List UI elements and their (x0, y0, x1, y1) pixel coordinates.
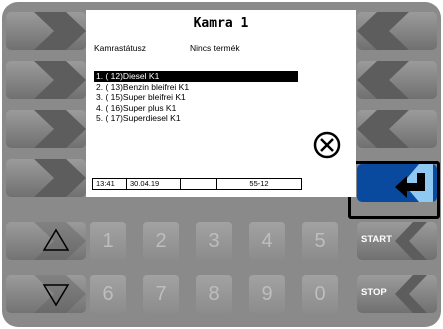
triangle-down-icon (34, 275, 86, 313)
digit-key-0[interactable]: 0 (302, 275, 338, 313)
lcd-display: Kamra 1 Kamrastátusz Nincs termék 1. ( 1… (86, 10, 425, 198)
enter-arrow-icon (395, 173, 425, 198)
digit-key-5[interactable]: 5 (302, 222, 338, 260)
start-button[interactable]: START (357, 222, 437, 260)
stop-button[interactable]: STOP (357, 275, 437, 313)
chevron-left-icon (357, 12, 409, 50)
chevron-right-icon (34, 12, 86, 50)
digit-key-7[interactable]: 7 (143, 275, 179, 313)
status-date: 30.04.19 (127, 179, 181, 189)
digit-key-8[interactable]: 8 (196, 275, 232, 313)
right-softkey-2[interactable] (357, 61, 437, 99)
chevron-left-icon (357, 110, 409, 148)
status-label: Kamrastátusz (94, 43, 146, 53)
digit-key-4[interactable]: 4 (249, 222, 285, 260)
down-key[interactable] (6, 275, 86, 313)
digit-key-1[interactable]: 1 (90, 222, 126, 260)
left-softkey-4[interactable] (6, 159, 86, 197)
list-item[interactable]: 5. ( 17)Superdiesel K1 (94, 113, 298, 124)
list-item[interactable]: 1. ( 12)Diesel K1 (94, 71, 298, 82)
digit-key-2[interactable]: 2 (143, 222, 179, 260)
start-label: START (361, 234, 392, 245)
status-time: 13:41 (93, 179, 127, 189)
chevron-right-icon (34, 110, 86, 148)
chevron-right-icon (34, 61, 86, 99)
status-empty (181, 179, 217, 189)
digit-key-3[interactable]: 3 (196, 222, 232, 260)
cancel-x-icon[interactable] (313, 131, 341, 159)
chevron-left-icon (357, 61, 409, 99)
status-bar: 13:41 30.04.19 55-12 (92, 178, 302, 190)
list-item[interactable]: 3. ( 15)Super bleifrei K1 (94, 92, 298, 103)
chevron-right-icon (34, 159, 86, 197)
list-item[interactable]: 4. ( 16)Super plus K1 (94, 103, 298, 114)
right-softkey-3[interactable] (357, 110, 437, 148)
left-softkey-3[interactable] (6, 110, 86, 148)
screen-title: Kamra 1 (193, 16, 249, 31)
status-code: 55-12 (249, 179, 269, 188)
product-list: 1. ( 12)Diesel K1 2. ( 13)Benzin bleifre… (94, 71, 298, 124)
list-item[interactable]: 2. ( 13)Benzin bleifrei K1 (94, 82, 298, 93)
left-softkey-1[interactable] (6, 12, 86, 50)
right-softkey-1[interactable] (357, 12, 437, 50)
left-softkey-2[interactable] (6, 61, 86, 99)
digit-key-9[interactable]: 9 (249, 275, 285, 313)
digit-key-6[interactable]: 6 (90, 275, 126, 313)
stop-label: STOP (361, 287, 387, 298)
up-key[interactable] (6, 222, 86, 260)
device-frame: Kamra 1 Kamrastátusz Nincs termék 1. ( 1… (0, 0, 443, 329)
status-value: Nincs termék (190, 43, 240, 53)
triangle-up-icon (34, 222, 86, 260)
